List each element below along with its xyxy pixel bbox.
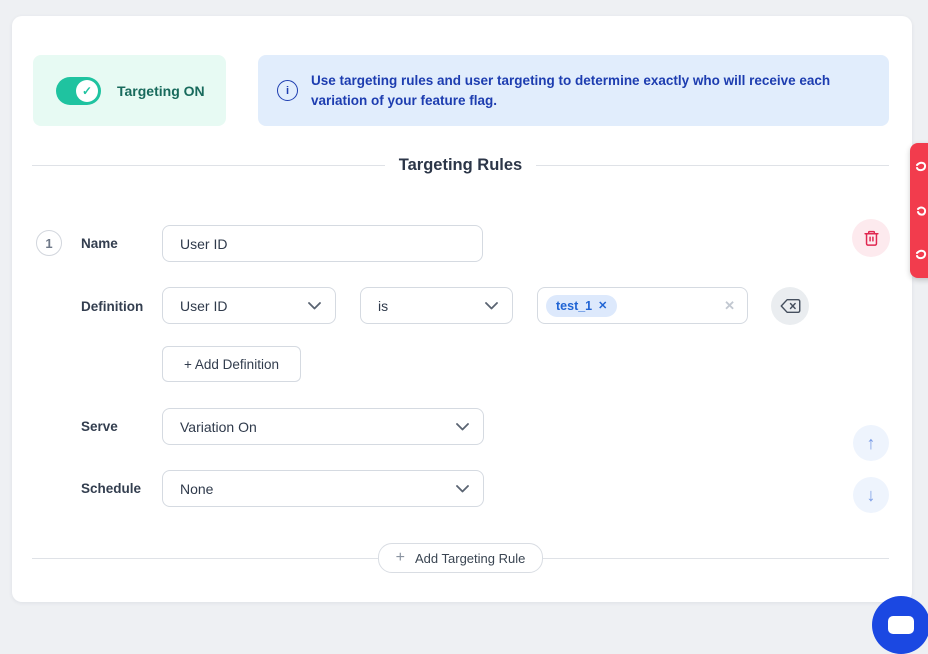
section-title: Targeting Rules: [399, 156, 522, 175]
trash-icon: [863, 229, 880, 247]
chevron-down-icon: [456, 485, 469, 493]
chip-remove-icon[interactable]: ✕: [598, 299, 607, 312]
serve-value: Variation On: [180, 419, 257, 435]
add-definition-button[interactable]: + Add Definition: [162, 346, 301, 382]
toggle-check-icon: ✓: [76, 80, 98, 102]
value-chip: test_1 ✕: [546, 295, 617, 317]
value-chip-label: test_1: [556, 299, 592, 313]
definition-values-input[interactable]: test_1 ✕ ✕: [537, 287, 748, 324]
info-icon: i: [277, 80, 298, 101]
chevron-down-icon: [308, 302, 321, 310]
info-banner: i Use targeting rules and user targeting…: [258, 55, 889, 126]
chevron-down-icon: [485, 302, 498, 310]
chevron-down-icon: [456, 423, 469, 431]
rule-number-badge: 1: [36, 230, 62, 256]
add-targeting-rule-label: Add Targeting Rule: [415, 551, 525, 566]
remove-definition-button[interactable]: [771, 287, 809, 325]
arrow-down-icon: ↓: [867, 485, 876, 506]
feedback-side-tab[interactable]: [910, 143, 928, 278]
move-rule-down-button[interactable]: ↓: [853, 477, 889, 513]
definition-label: Definition: [81, 299, 143, 314]
serve-label: Serve: [81, 419, 118, 434]
targeting-toggle[interactable]: ✓: [56, 77, 101, 105]
schedule-select[interactable]: None: [162, 470, 484, 507]
info-banner-text: Use targeting rules and user targeting t…: [311, 71, 869, 111]
schedule-label: Schedule: [81, 481, 141, 496]
section-heading-row: Targeting Rules: [32, 152, 889, 178]
divider-line: [536, 165, 889, 166]
schedule-value: None: [180, 481, 213, 497]
targeting-toggle-label: Targeting ON: [117, 83, 205, 99]
definition-comparator-select[interactable]: is: [360, 287, 513, 324]
plus-icon: +: [396, 550, 405, 566]
add-rule-row: + Add Targeting Rule: [32, 544, 889, 572]
chat-widget-button[interactable]: [872, 596, 928, 654]
definition-property-value: User ID: [180, 298, 227, 314]
name-label: Name: [81, 236, 118, 251]
rule-name-input[interactable]: User ID: [162, 225, 483, 262]
targeting-status-card: ✓ Targeting ON: [33, 55, 226, 126]
side-tab-script-icon: [914, 157, 928, 270]
chat-bubble-icon: [888, 616, 914, 634]
divider-line: [32, 558, 378, 559]
add-targeting-rule-button[interactable]: + Add Targeting Rule: [378, 543, 544, 573]
targeting-panel: ✓ Targeting ON i Use targeting rules and…: [12, 16, 912, 602]
serve-select[interactable]: Variation On: [162, 408, 484, 445]
backspace-icon: [780, 298, 801, 314]
divider-line: [32, 165, 385, 166]
move-rule-up-button[interactable]: ↑: [853, 425, 889, 461]
definition-comparator-value: is: [378, 298, 388, 314]
definition-property-select[interactable]: User ID: [162, 287, 336, 324]
arrow-up-icon: ↑: [867, 433, 876, 454]
divider-line: [543, 558, 889, 559]
clear-values-icon[interactable]: ✕: [724, 298, 735, 314]
delete-rule-button[interactable]: [852, 219, 890, 257]
